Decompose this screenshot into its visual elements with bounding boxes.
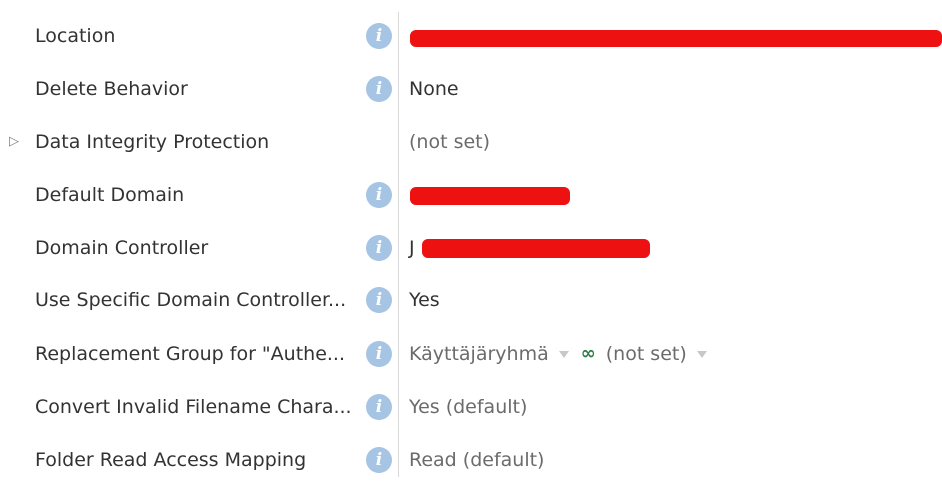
property-label: Replacement Group for "Authe... xyxy=(35,343,346,365)
property-label: Data Integrity Protection xyxy=(35,131,270,153)
property-label: Domain Controller xyxy=(35,237,209,259)
chevron-down-icon[interactable] xyxy=(696,351,707,358)
redaction-mark xyxy=(410,30,942,47)
property-label: Use Specific Domain Controller... xyxy=(35,289,347,311)
property-row-convert-invalid-filename[interactable]: Convert Invalid Filename Chara... i Yes … xyxy=(0,381,942,433)
property-label: Convert Invalid Filename Chara... xyxy=(35,396,352,418)
info-icon[interactable]: i xyxy=(366,447,392,473)
info-icon[interactable]: i xyxy=(366,182,392,208)
property-value[interactable]: None xyxy=(409,63,459,115)
property-label: Delete Behavior xyxy=(35,78,188,100)
redaction-mark xyxy=(422,239,650,258)
triangle-right-icon[interactable]: ▷ xyxy=(9,116,19,168)
property-row-data-integrity-protection[interactable]: ▷ Data Integrity Protection (not set) xyxy=(0,116,942,168)
info-icon[interactable]: i xyxy=(366,394,392,420)
link-icon[interactable]: ∞ xyxy=(581,328,596,380)
property-row-use-specific-domain-controller[interactable]: Use Specific Domain Controller... i Yes xyxy=(0,274,942,326)
property-row-domain-controller[interactable]: Domain Controller i J xyxy=(0,222,942,274)
property-value[interactable]: J xyxy=(409,222,415,274)
info-icon[interactable]: i xyxy=(366,23,392,49)
info-icon[interactable]: i xyxy=(366,76,392,102)
property-value[interactable]: Yes (default) xyxy=(409,381,527,433)
property-row-delete-behavior[interactable]: Delete Behavior i None xyxy=(0,63,942,115)
property-value[interactable]: Yes xyxy=(409,274,440,326)
property-value[interactable]: (not set) xyxy=(409,116,490,168)
property-label: Default Domain xyxy=(35,184,185,206)
property-row-folder-read-access-mapping[interactable]: Folder Read Access Mapping i Read (defau… xyxy=(0,434,942,486)
replacement-group-value: Käyttäjäryhmä ∞ (not set) xyxy=(409,328,719,380)
chevron-down-icon[interactable] xyxy=(558,351,569,358)
property-row-default-domain[interactable]: Default Domain i xyxy=(0,169,942,221)
property-row-location[interactable]: Location i xyxy=(0,10,942,62)
redaction-mark xyxy=(410,187,570,205)
group-type-dropdown-value[interactable]: Käyttäjäryhmä xyxy=(409,343,549,365)
group-dropdown-value[interactable]: (not set) xyxy=(606,343,687,365)
info-icon[interactable]: i xyxy=(366,341,392,367)
info-icon[interactable]: i xyxy=(366,235,392,261)
property-label: Folder Read Access Mapping xyxy=(35,449,307,471)
property-value[interactable]: Read (default) xyxy=(409,434,544,486)
property-grid: Location i Delete Behavior i None ▷ Data… xyxy=(0,0,942,477)
property-label: Location xyxy=(35,25,116,47)
info-icon[interactable]: i xyxy=(366,287,392,313)
property-row-replacement-group[interactable]: Replacement Group for "Authe... i Käyttä… xyxy=(0,328,942,380)
